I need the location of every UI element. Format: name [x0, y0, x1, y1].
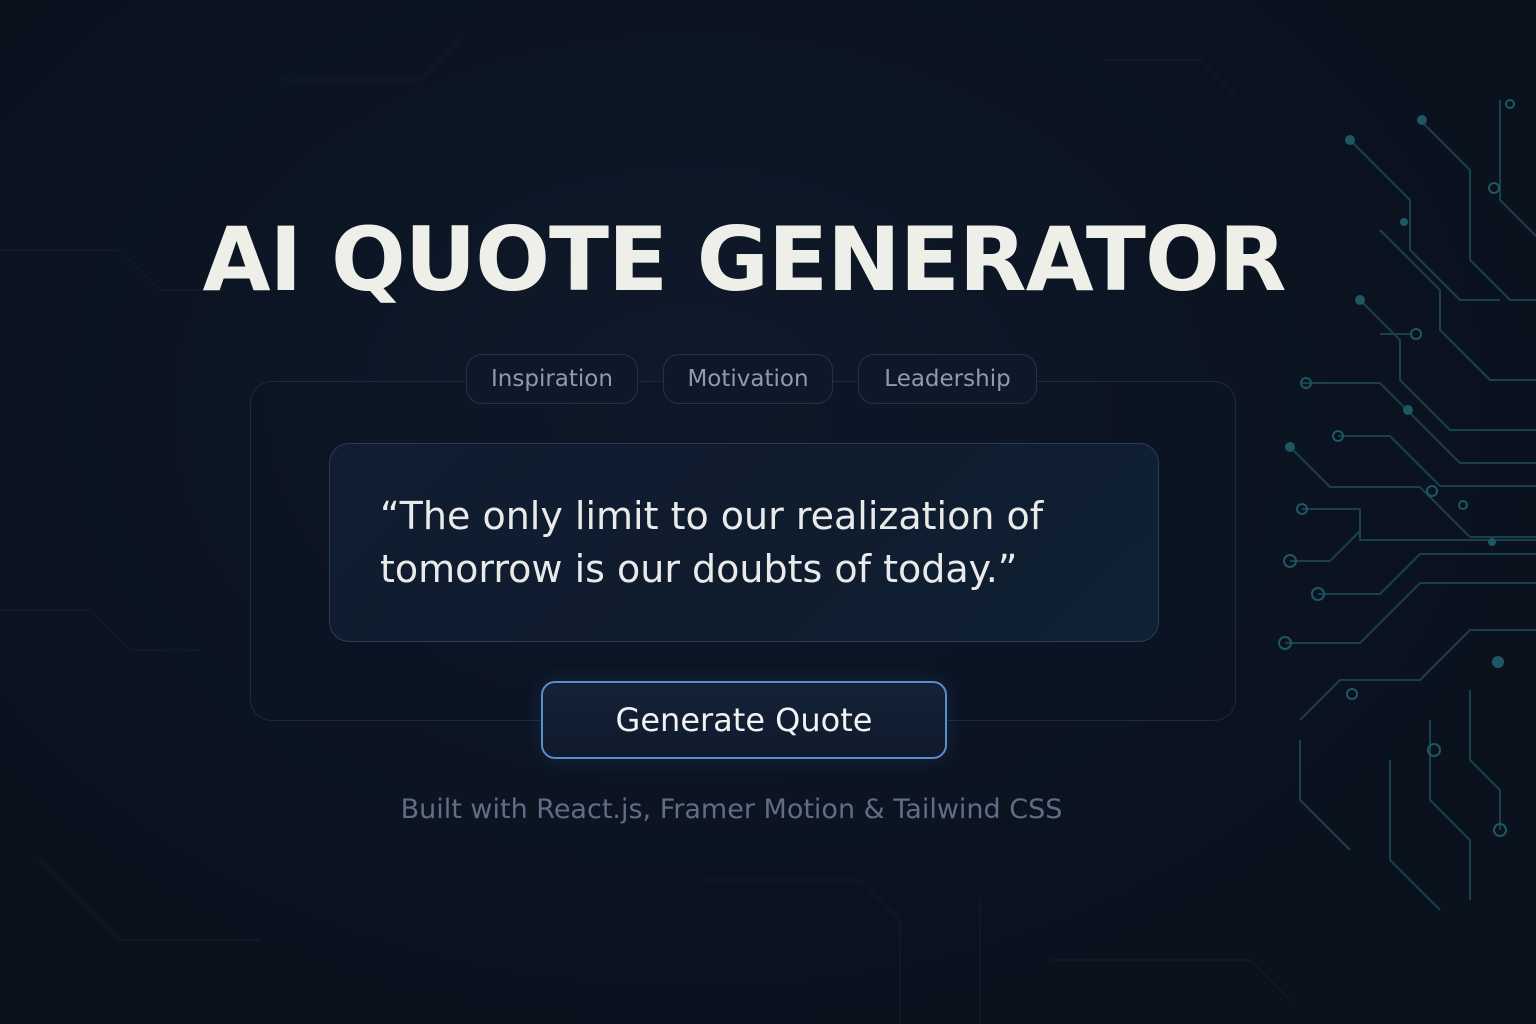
- category-tag-leadership[interactable]: Leadership: [858, 354, 1037, 404]
- quote-card: “The only limit to our realization of to…: [329, 443, 1159, 642]
- quote-text: “The only limit to our realization of to…: [380, 494, 1044, 591]
- page-title: AI QUOTE GENERATOR: [202, 208, 1286, 311]
- footer-credits: Built with React.js, Framer Motion & Tai…: [400, 794, 1063, 825]
- generate-quote-button[interactable]: Generate Quote: [541, 681, 947, 759]
- category-tag-inspiration[interactable]: Inspiration: [466, 354, 638, 404]
- category-tag-motivation[interactable]: Motivation: [663, 354, 833, 404]
